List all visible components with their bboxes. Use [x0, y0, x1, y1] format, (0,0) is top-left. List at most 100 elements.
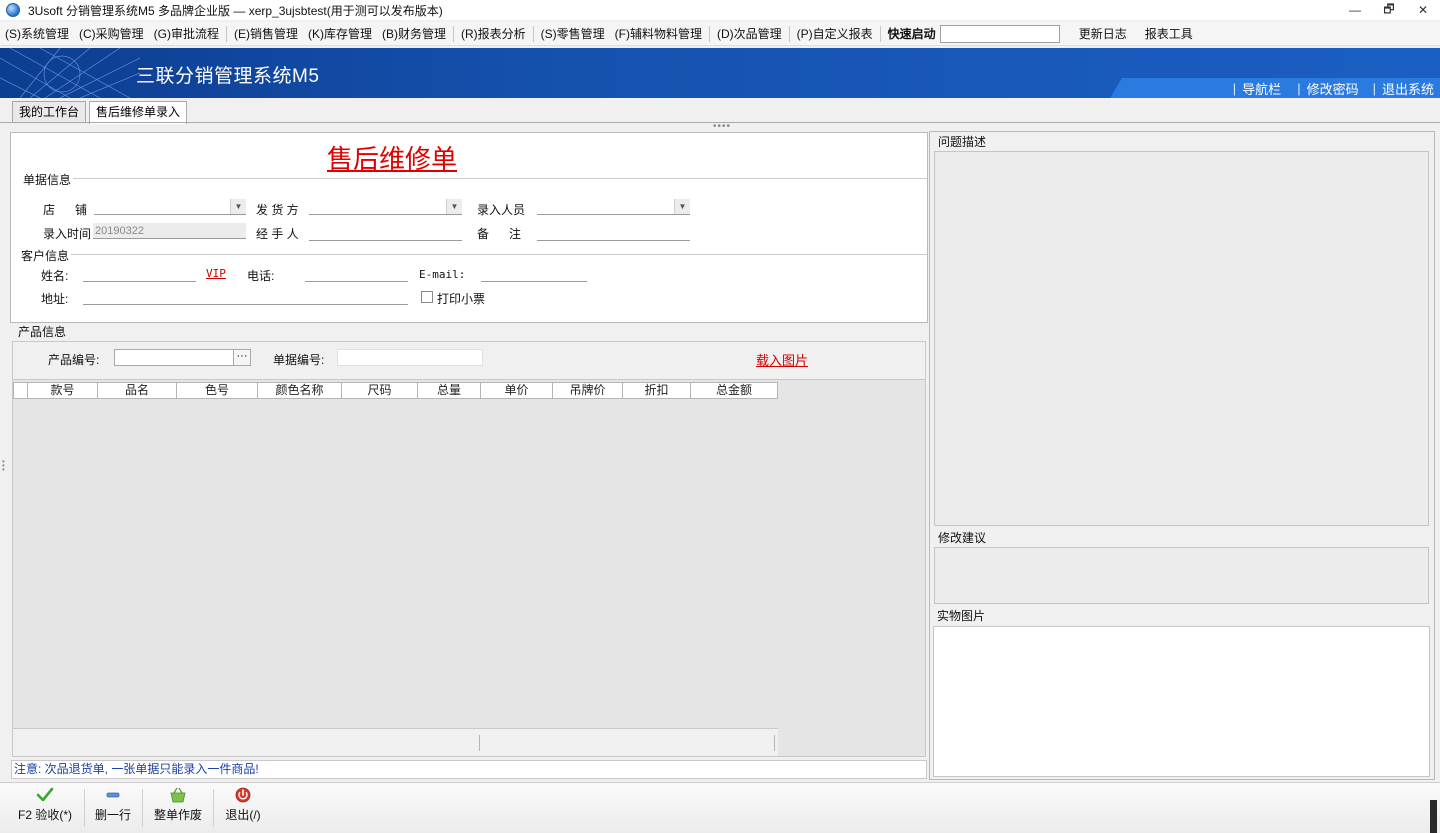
menu-separator: [879, 25, 881, 42]
nav-divider: |: [1297, 81, 1301, 96]
void-order-button[interactable]: 整单作废: [152, 787, 204, 831]
nav-bar-link[interactable]: 导航栏: [1242, 79, 1281, 98]
menu-defective[interactable]: (D)次品管理: [712, 22, 787, 46]
chevron-down-icon[interactable]: ▼: [674, 199, 690, 214]
grid-col-style-no[interactable]: 款号: [28, 383, 98, 398]
email-input[interactable]: [481, 281, 587, 282]
menu-custom-report[interactable]: (P)自定义报表: [792, 22, 878, 46]
shipper-select[interactable]: ▼: [309, 199, 462, 215]
menu-inventory[interactable]: (K)库存管理: [303, 22, 377, 46]
load-image-link[interactable]: 载入图片: [756, 350, 808, 369]
email-label: E-mail:: [419, 268, 466, 281]
minimize-icon[interactable]: —: [1338, 0, 1372, 20]
window-title: 3Usoft 分销管理系统M5 多品牌企业版 — xerp_3ujsbtest(…: [28, 3, 443, 18]
entry-person-select[interactable]: ▼: [537, 199, 690, 215]
tab-workbench[interactable]: 我的工作台: [12, 101, 87, 123]
accept-button[interactable]: F2 验收(*): [16, 787, 74, 831]
summary-divider: [479, 735, 480, 751]
menu-approval[interactable]: (G)审批流程: [149, 22, 224, 46]
app-banner: 三联分销管理系统M5 | 导航栏 | 修改密码 | 退出系统: [0, 48, 1440, 98]
menu-separator: [709, 25, 710, 42]
doc-no-input[interactable]: [337, 349, 483, 366]
chevron-down-icon[interactable]: ▼: [230, 199, 246, 214]
grid-col-size[interactable]: 尺码: [342, 383, 418, 398]
repair-form-panel: 售后维修单 单据信息 店 铺 ▼ 发 货 方 ▼ 录入人员 ▼ 录入时间 201…: [10, 132, 928, 323]
splitter-handle[interactable]: ••••: [713, 122, 731, 132]
left-grip-handle[interactable]: • • •: [2, 458, 5, 474]
quick-launch-input[interactable]: [939, 24, 1060, 43]
accept-label: F2 验收(*): [17, 808, 72, 822]
menu-purchase[interactable]: (C)采购管理: [74, 22, 149, 46]
tab-after-sales-entry[interactable]: 售后维修单录入: [89, 101, 188, 124]
delete-row-button[interactable]: 删一行: [93, 787, 133, 831]
close-icon[interactable]: ✕: [1406, 0, 1440, 20]
grid-col-quantity[interactable]: 总量: [418, 383, 481, 398]
menu-separator: [788, 25, 790, 42]
menu-system[interactable]: (S)系统管理: [0, 22, 74, 46]
chevron-down-icon[interactable]: ▼: [446, 199, 462, 214]
right-panel: 问题描述 修改建议 实物图片: [929, 131, 1435, 780]
change-password-link[interactable]: 修改密码: [1307, 79, 1359, 98]
menu-separator: [226, 25, 227, 42]
grid-col-color-name[interactable]: 颜色名称: [258, 383, 342, 398]
grid-col-unit-price[interactable]: 单价: [481, 383, 553, 398]
exit-button[interactable]: 退出(/): [222, 787, 264, 831]
vip-link[interactable]: VIP: [206, 267, 226, 280]
grid-col-product-name[interactable]: 品名: [98, 383, 177, 398]
menu-finance[interactable]: (B)财务管理: [377, 22, 451, 46]
name-label: 姓名:: [41, 269, 69, 283]
report-tool-link[interactable]: 报表工具: [1140, 22, 1198, 46]
address-input[interactable]: [83, 304, 408, 305]
grid-col-discount[interactable]: 折扣: [623, 383, 691, 398]
suggestion-input[interactable]: [934, 547, 1429, 604]
menu-sales[interactable]: (E)销售管理: [229, 22, 303, 46]
toolbar-separator: [213, 789, 214, 827]
logout-link[interactable]: 退出系统: [1382, 79, 1434, 98]
product-grid[interactable]: 款号 品名 色号 颜色名称 尺码 总量 单价 吊牌价 折扣 总金额: [12, 379, 926, 757]
power-icon: [235, 787, 251, 803]
product-header: [10, 323, 928, 341]
store-select[interactable]: ▼: [94, 199, 246, 215]
menu-retail[interactable]: (S)零售管理: [536, 22, 610, 46]
handler-label: 经 手 人: [256, 227, 299, 241]
problem-desc-input[interactable]: [934, 151, 1429, 526]
minus-icon: [106, 792, 120, 798]
photo-box[interactable]: [933, 626, 1430, 777]
entry-time-field: 20190322: [93, 223, 246, 239]
exit-label: 退出(/): [225, 808, 261, 822]
photo-label: 实物图片: [937, 609, 986, 623]
phone-label: 电话:: [247, 269, 275, 283]
print-ticket-checkbox[interactable]: [421, 291, 433, 303]
name-input[interactable]: [83, 281, 196, 282]
product-code-label: 产品编号:: [48, 353, 100, 367]
window-titlebar: 3Usoft 分销管理系统M5 多品牌企业版 — xerp_3ujsbtest(…: [0, 0, 1440, 20]
update-log-link[interactable]: 更新日志: [1074, 22, 1132, 46]
handler-input[interactable]: [309, 240, 462, 241]
remark-input[interactable]: [537, 240, 690, 241]
void-order-label: 整单作废: [153, 808, 202, 822]
store-label: 店 铺: [43, 203, 88, 217]
product-code-input[interactable]: [114, 349, 234, 366]
menu-materials[interactable]: (F)辅料物料管理: [610, 22, 707, 46]
group-divider: [71, 254, 927, 255]
grid-col-color-code[interactable]: 色号: [177, 383, 258, 398]
entry-time-label: 录入时间: [43, 227, 92, 241]
menu-reports[interactable]: (R)报表分析: [456, 22, 531, 46]
bottom-toolbar: F2 验收(*) 删一行 整单作废 退出(/): [0, 782, 1440, 833]
doc-title: 售后维修单: [326, 145, 457, 175]
tab-strip: 我的工作台 售后维修单录入: [0, 99, 1440, 124]
phone-input[interactable]: [305, 281, 408, 282]
note-message: 注意: 次品退货单, 一张单据只能录入一件商品!: [11, 760, 927, 779]
grid-col-total-amount[interactable]: 总金额: [691, 383, 777, 398]
menu-separator: [532, 25, 534, 42]
group-divider: [71, 178, 927, 179]
suggestion-label: 修改建议: [938, 531, 987, 545]
restore-icon[interactable]: 🗗: [1372, 0, 1406, 20]
problem-desc-label: 问题描述: [938, 135, 987, 149]
shipper-label: 发 货 方: [256, 203, 299, 217]
grid-col-tag-price[interactable]: 吊牌价: [553, 383, 623, 398]
address-label: 地址:: [41, 292, 69, 306]
scrollbar-thumb[interactable]: [1430, 800, 1437, 833]
browse-button[interactable]: ···: [233, 349, 251, 366]
quick-launch-label: 快速启动: [887, 26, 936, 41]
